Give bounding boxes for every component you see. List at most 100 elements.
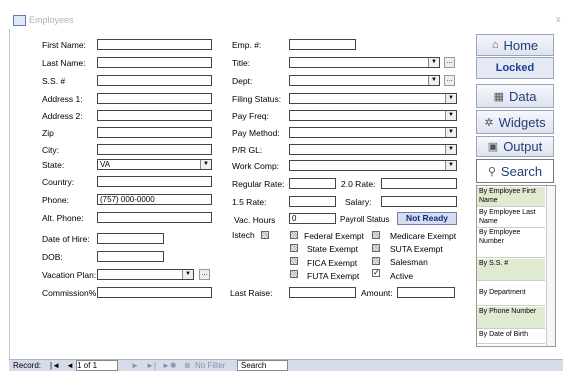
suta-exempt-checkbox[interactable] (372, 244, 380, 252)
chevron-down-icon[interactable]: ▼ (200, 160, 211, 169)
country-field[interactable] (97, 176, 212, 187)
emp-no-field[interactable] (289, 39, 356, 50)
title-browse-button[interactable]: … (444, 57, 455, 68)
home-button[interactable]: ⌂ Home (476, 34, 554, 56)
window-title: Employees (29, 15, 74, 25)
address2-field[interactable] (97, 110, 212, 121)
dept-browse-button[interactable]: … (444, 75, 455, 86)
close-icon[interactable]: x (556, 14, 561, 24)
vac-hours-field[interactable]: 0 (289, 213, 336, 224)
istech-checkbox[interactable] (261, 231, 269, 239)
record-number-field[interactable]: 1 of 1 (76, 360, 118, 371)
pay-freq-dropdown[interactable]: ▼ (289, 110, 457, 121)
sort-item-ssn[interactable]: By S.S. # (477, 259, 545, 281)
last-name-field[interactable] (97, 57, 212, 68)
chevron-down-icon[interactable]: ▼ (428, 58, 439, 67)
next-record-icon[interactable]: ► (131, 361, 139, 370)
vac-hours-label: Vac. Hours (234, 215, 276, 225)
dob-field[interactable] (97, 251, 164, 262)
sort-item-department[interactable]: By Department (477, 282, 545, 306)
commission-field[interactable] (97, 287, 212, 298)
address1-label: Address 1: (42, 94, 83, 104)
vacation-plan-label: Vacation Plan: (42, 270, 97, 280)
new-record-icon[interactable]: ►✱ (162, 361, 177, 370)
payroll-status-label: Payroll Status (340, 215, 390, 224)
salesman-checkbox[interactable] (372, 257, 380, 265)
work-comp-label: Work Comp: (232, 161, 280, 171)
first-name-field[interactable] (97, 39, 212, 50)
first-record-icon[interactable]: |◄ (50, 361, 60, 370)
dept-dropdown[interactable]: ▼ (289, 75, 440, 86)
pay-freq-label: Pay Freq: (232, 111, 269, 121)
title-dropdown[interactable]: ▼ (289, 57, 440, 68)
last-raise-field[interactable] (289, 287, 356, 298)
state-exempt-label: State Exempt (307, 244, 359, 254)
rate-15-label: 1.5 Rate: (232, 197, 267, 207)
chevron-down-icon[interactable]: ▼ (182, 270, 193, 279)
zip-label: Zip (42, 128, 54, 138)
pay-method-label: Pay Method: (232, 128, 280, 138)
city-field[interactable] (97, 144, 212, 155)
medicare-exempt-checkbox[interactable] (372, 231, 380, 239)
chevron-down-icon[interactable]: ▼ (445, 161, 456, 170)
sort-list-scrollbar[interactable] (546, 186, 555, 346)
vacation-plan-dropdown[interactable]: ▼ (97, 269, 194, 280)
work-comp-dropdown[interactable]: ▼ (289, 160, 457, 171)
futa-exempt-checkbox[interactable] (290, 270, 298, 278)
previous-record-icon[interactable]: ◄ (66, 361, 74, 370)
filing-status-label: Filing Status: (232, 94, 282, 104)
sort-item-date-of-birth[interactable]: By Date of Birth (477, 330, 545, 344)
istech-label: Istech (232, 230, 255, 240)
search-button[interactable]: ⚲ Search (476, 159, 554, 183)
dept-label: Dept: (232, 76, 253, 86)
address1-field[interactable] (97, 93, 212, 104)
record-search-box[interactable]: Search (237, 360, 288, 371)
home-icon: ⌂ (491, 39, 499, 51)
vacation-plan-browse-button[interactable]: … (199, 269, 210, 280)
salesman-label: Salesman (390, 257, 428, 267)
rate-15-field[interactable] (289, 196, 336, 207)
active-checkbox[interactable]: ✓ (372, 269, 380, 277)
chevron-down-icon[interactable]: ▼ (445, 111, 456, 120)
data-button[interactable]: ▦ Data (476, 84, 554, 108)
federal-exempt-checkbox[interactable] (290, 231, 298, 239)
chevron-down-icon[interactable]: ▼ (445, 145, 456, 154)
salary-field[interactable] (381, 196, 457, 207)
window-titlebar (9, 12, 563, 29)
pay-method-dropdown[interactable]: ▼ (289, 127, 457, 138)
first-name-label: First Name: (42, 40, 86, 50)
fica-exempt-checkbox[interactable] (290, 257, 298, 265)
chevron-down-icon[interactable]: ▼ (428, 76, 439, 85)
last-raise-label: Last Raise: (230, 288, 273, 298)
chevron-down-icon[interactable]: ▼ (445, 128, 456, 137)
search-label: Search (500, 163, 543, 179)
amount-field[interactable] (397, 287, 455, 298)
rate-2-field[interactable] (381, 178, 457, 189)
regular-rate-field[interactable] (289, 178, 336, 189)
widgets-button[interactable]: ✲ Widgets (476, 110, 554, 134)
filing-status-dropdown[interactable]: ▼ (289, 93, 457, 104)
sort-item-last-name[interactable]: By Employee Last Name (477, 208, 545, 228)
alt-phone-field[interactable] (97, 212, 212, 223)
ssn-field[interactable] (97, 75, 212, 86)
date-of-hire-field[interactable] (97, 233, 164, 244)
pr-gl-dropdown[interactable]: ▼ (289, 144, 457, 155)
output-button[interactable]: ▣ Output (476, 136, 554, 157)
locked-button[interactable]: Locked (476, 57, 554, 79)
sort-item-phone-number[interactable]: By Phone Number (477, 307, 545, 329)
last-name-label: Last Name: (42, 58, 86, 68)
phone-field[interactable]: (757) 000-0000 (97, 194, 212, 205)
widgets-icon: ✲ (484, 116, 494, 129)
zip-field[interactable] (97, 127, 212, 138)
sort-item-first-name[interactable]: By Employee First Name (477, 187, 545, 207)
state-exempt-checkbox[interactable] (290, 244, 298, 252)
regular-rate-label: Regular Rate: (232, 179, 285, 189)
rate-2-label: 2.0 Rate: (341, 179, 376, 189)
last-record-icon[interactable]: ►| (146, 361, 156, 370)
state-dropdown[interactable]: VA ▼ (97, 159, 212, 170)
form-icon (13, 15, 26, 26)
no-filter-label[interactable]: No Filter (195, 361, 225, 370)
sort-item-employee-number[interactable]: By Employee Number (477, 228, 545, 258)
title-label: Title: (232, 58, 251, 68)
chevron-down-icon[interactable]: ▼ (445, 94, 456, 103)
